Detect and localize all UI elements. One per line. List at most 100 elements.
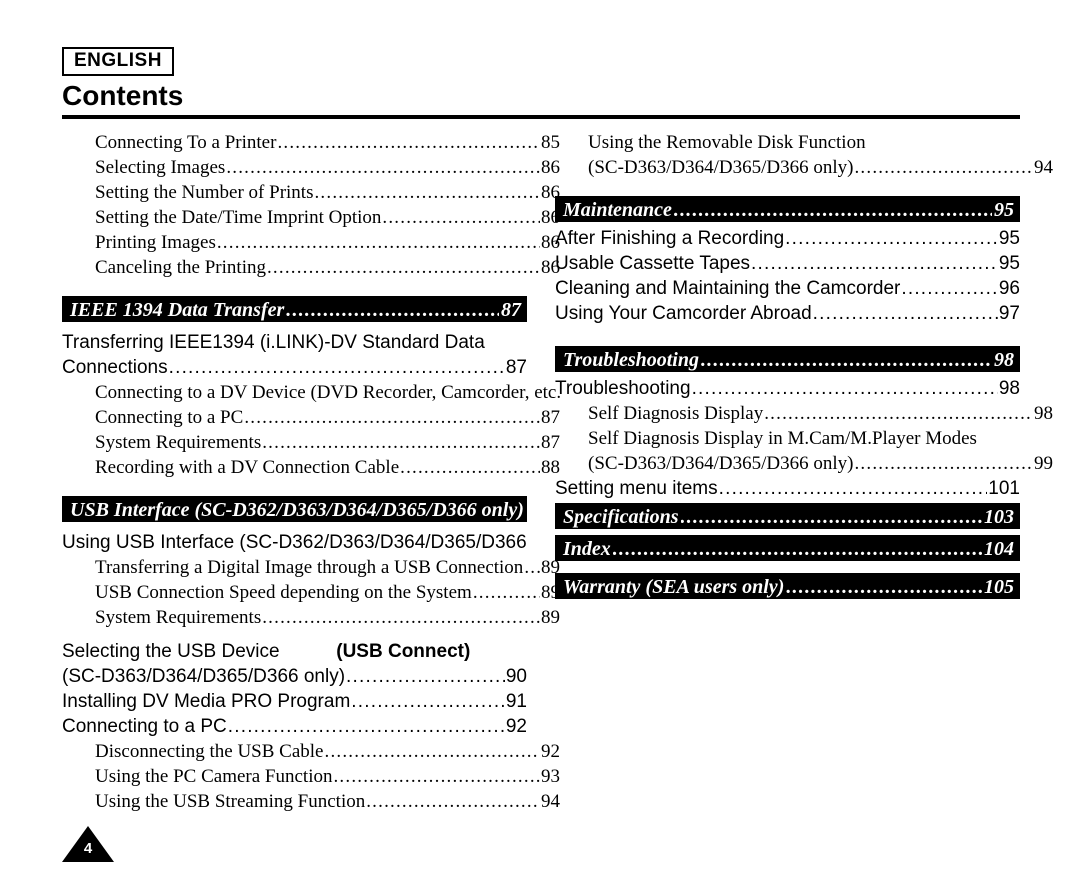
toc-entry[interactable]: Self Diagnosis Display in M.Cam/M.Player… [555,428,1053,453]
toc-entry-label: After Finishing a Recording [555,228,785,249]
toc-entry[interactable]: System Requirements.....................… [62,432,560,457]
leader-dots: ........................................… [812,303,998,324]
leader-dots: ........................................… [168,357,505,378]
toc-entry-page: 94 [541,791,560,812]
toc-entry[interactable]: Connecting To a Printer.................… [62,132,560,157]
toc-entry-page: 95 [998,228,1020,249]
toc-entry-label: (SC-D363/D364/D365/D366 only) [588,157,854,178]
toc-section-page: 105 [984,576,1014,598]
toc-entry[interactable]: Connecting to a PC......................… [62,716,527,741]
toc-entry[interactable]: Installing DV Media PRO Program.........… [62,691,527,716]
toc-entry[interactable]: Connections.............................… [62,357,527,382]
toc-entry[interactable]: Self Diagnosis Display..................… [555,403,1053,428]
leader-dots: ........................................… [351,691,505,712]
leader-dots: ........................................… [524,557,540,578]
leader-dots: ........................................… [366,791,540,812]
toc-column-left: Connecting To a Printer.................… [62,132,560,816]
toc-entry-page: 87 [505,357,527,378]
page-title: Contents [62,80,184,111]
toc-entry[interactable]: Connecting to a DV Device (DVD Recorder,… [62,382,560,407]
leader-dots: ........................................… [314,182,540,203]
toc-entry[interactable]: Usable Cassette Tapes...................… [555,253,1020,278]
toc-entry[interactable]: Using USB Interface (SC-D362/D363/D364/D… [62,532,527,557]
toc-entry[interactable]: After Finishing a Recording.............… [555,228,1020,253]
leader-dots: ........................................… [286,299,499,321]
toc-section-bar[interactable]: Specifications..........................… [555,503,1020,529]
toc-entry-label-emphasis: (USB Connect) [336,641,471,662]
leader-dots: ........................................… [266,257,540,278]
leader-dots: ........................................… [854,157,1033,178]
toc-entry[interactable]: Using the PC Camera Function............… [62,766,560,791]
toc-entry-page: 95 [998,253,1020,274]
leader-dots: ........................................… [786,576,982,598]
toc-entry[interactable]: Using the USB Streaming Function........… [62,791,560,816]
leader-dots: ........................................… [785,228,998,249]
toc-entry-label: Canceling the Printing [95,257,266,278]
toc-entry-label: Transferring IEEE1394 (i.LINK)-DV Standa… [62,332,485,353]
page-number-badge: 4 [62,826,114,864]
toc-section-label: Specifications [563,506,679,528]
toc-entry[interactable]: Selecting the USB Device (USB Connect)..… [62,641,527,666]
toc-section-label: USB Interface (SC-D362/D363/D364/D365/D3… [70,499,524,521]
toc-entry[interactable]: Recording with a DV Connection Cable....… [62,457,560,482]
toc-entry-page: 98 [1034,403,1053,424]
toc-entry[interactable]: (SC-D363/D364/D365/D366 only)...........… [555,157,1053,182]
toc-entry[interactable]: Transferring IEEE1394 (i.LINK)-DV Standa… [62,332,527,357]
toc-entry-label: Using the PC Camera Function [95,766,333,787]
toc-section-bar[interactable]: Warranty (SEA users only)...............… [555,573,1020,599]
toc-section-bar[interactable]: USB Interface (SC-D362/D363/D364/D365/D3… [62,496,527,522]
leader-dots: ........................................… [262,432,540,453]
toc-entry[interactable]: (SC-D363/D364/D365/D366 only)...........… [555,453,1053,478]
toc-entry-label: Installing DV Media PRO Program [62,691,351,712]
toc-entry[interactable]: Printing Images.........................… [62,232,560,257]
leader-dots: ........................................… [262,607,540,628]
toc-entry[interactable]: Troubleshooting.........................… [555,378,1020,403]
toc-entry-label: Disconnecting the USB Cable [95,741,324,762]
toc-entry[interactable]: Using Your Camcorder Abroad.............… [555,303,1020,328]
toc-entry[interactable]: Transferring a Digital Image through a U… [62,557,560,582]
toc-column-right: Using the Removable Disk Function.......… [555,132,1053,599]
toc-section-label: Index [563,538,611,560]
toc-section-page: 104 [984,538,1014,560]
toc-section-bar[interactable]: Troubleshooting.........................… [555,346,1020,372]
toc-entry-label: Connecting to a DV Device (DVD Recorder,… [95,382,560,403]
toc-entry[interactable]: Setting menu items......................… [555,478,1020,503]
leader-dots: ........................................… [673,199,992,221]
toc-entry[interactable]: Setting the Date/Time Imprint Option....… [62,207,560,232]
toc-entry-page: 92 [505,716,527,737]
toc-entry-page: 97 [998,303,1020,324]
toc-entry[interactable]: (SC-D363/D364/D365/D366 only)...........… [62,666,527,691]
toc-entry[interactable]: USB Connection Speed depending on the Sy… [62,582,560,607]
toc-entry[interactable]: Disconnecting the USB Cable.............… [62,741,560,766]
toc-entry-page: 90 [505,666,527,687]
leader-dots: ........................................… [382,207,540,228]
leader-dots: ........................................… [691,378,998,399]
header-divider [62,115,1020,119]
toc-entry[interactable]: Canceling the Printing..................… [62,257,560,282]
leader-dots: ........................................… [226,157,540,178]
toc-section-page: 98 [994,349,1014,371]
toc-entry[interactable]: Cleaning and Maintaining the Camcorder..… [555,278,1020,303]
toc-entry[interactable]: Using the Removable Disk Function.......… [555,132,1053,157]
leader-dots: ........................................… [718,478,988,499]
toc-entry-label: Self Diagnosis Display [588,403,764,424]
toc-entry-page: 94 [1034,157,1053,178]
toc-section-bar[interactable]: Index...................................… [555,535,1020,561]
toc-entry-page: 92 [541,741,560,762]
toc-entry-label: System Requirements [95,432,262,453]
leader-dots: ........................................… [227,716,505,737]
toc-entry-label: Using the Removable Disk Function [588,132,866,153]
toc-entry-label: Setting menu items [555,478,718,499]
toc-section-bar[interactable]: IEEE 1394 Data Transfer.................… [62,296,527,322]
leader-dots: ........................................… [277,132,540,153]
toc-entry-page: 96 [998,278,1020,299]
toc-entry[interactable]: Connecting to a PC......................… [62,407,560,432]
toc-section-bar[interactable]: Maintenance.............................… [555,196,1020,222]
toc-entry[interactable]: Setting the Number of Prints............… [62,182,560,207]
leader-dots: ........................................… [901,278,998,299]
toc-entry[interactable]: Selecting Images........................… [62,157,560,182]
toc-entry[interactable]: System Requirements.....................… [62,607,560,632]
